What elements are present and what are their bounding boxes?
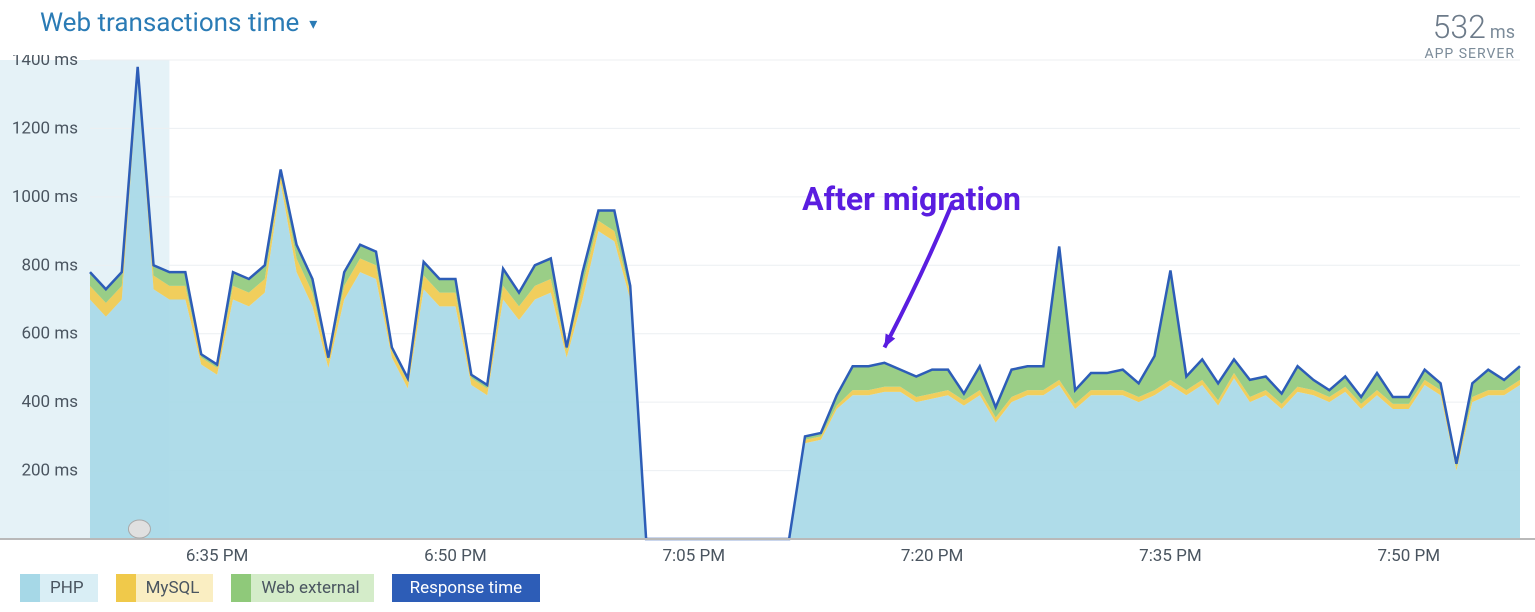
legend-item-response-time[interactable]: Response time [392, 574, 541, 602]
svg-text:7:50 PM: 7:50 PM [1377, 546, 1440, 566]
svg-text:7:05 PM: 7:05 PM [662, 546, 725, 566]
legend-item-webext[interactable]: Web external [231, 574, 373, 602]
svg-text:7:20 PM: 7:20 PM [901, 546, 964, 566]
swatch-webext [231, 574, 251, 602]
chart-title-dropdown[interactable]: Web transactions time ▾ [40, 8, 317, 38]
chevron-down-icon: ▾ [309, 14, 317, 33]
stat-value: 532 [1433, 8, 1486, 46]
summary-stat: 532ms APP SERVER [1424, 8, 1515, 62]
stat-unit: ms [1490, 22, 1515, 43]
svg-text:1400 ms: 1400 ms [12, 55, 78, 70]
svg-text:200 ms: 200 ms [21, 461, 78, 481]
svg-text:1200 ms: 1200 ms [12, 118, 78, 138]
svg-text:800 ms: 800 ms [21, 255, 78, 275]
svg-text:6:35 PM: 6:35 PM [186, 546, 249, 566]
chart-area[interactable]: 200 ms 400 ms 600 ms 800 ms 1000 ms 1200 ms 14… [0, 55, 1535, 567]
legend-item-php[interactable]: PHP [20, 574, 98, 602]
legend: PHP MySQL Web external Response time [20, 574, 540, 602]
svg-text:1000 ms: 1000 ms [12, 187, 78, 207]
svg-text:6:50 PM: 6:50 PM [424, 546, 487, 566]
swatch-mysql [116, 574, 136, 602]
svg-text:400 ms: 400 ms [21, 392, 78, 412]
chart-title: Web transactions time [40, 8, 299, 38]
svg-text:600 ms: 600 ms [21, 324, 78, 344]
svg-text:7:35 PM: 7:35 PM [1139, 546, 1202, 566]
legend-item-mysql[interactable]: MySQL [116, 574, 214, 602]
swatch-php [20, 574, 40, 602]
